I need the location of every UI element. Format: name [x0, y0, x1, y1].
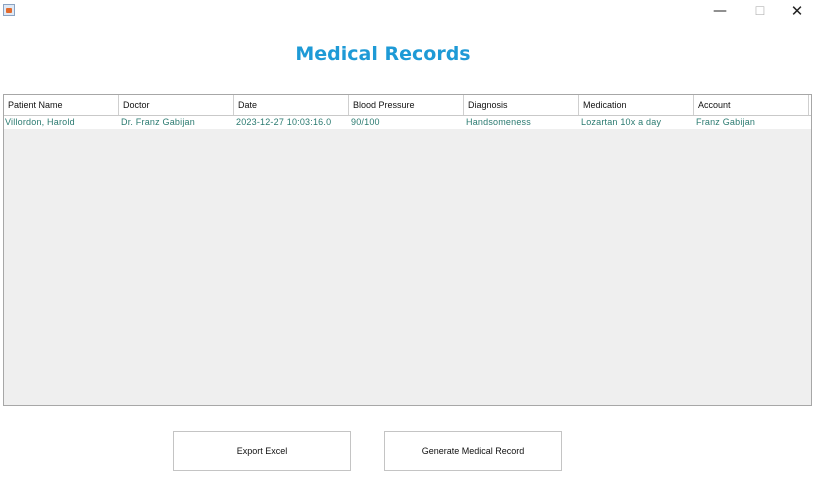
close-button[interactable]: ✕ — [782, 0, 812, 22]
cell-blood-pressure[interactable]: 90/100 — [349, 116, 464, 129]
column-header-patient-name[interactable]: Patient Name — [4, 95, 119, 115]
generate-medical-record-button[interactable]: Generate Medical Record — [384, 431, 562, 471]
window-titlebar: — ☐ ✕ — [0, 0, 814, 22]
medical-records-table[interactable]: Patient Name Doctor Date Blood Pressure … — [3, 94, 812, 406]
column-header-medication[interactable]: Medication — [579, 95, 694, 115]
minimize-button[interactable]: — — [705, 0, 735, 22]
cell-patient-name[interactable]: Villordon, Harold — [4, 116, 119, 129]
cell-date[interactable]: 2023-12-27 10:03:16.0 — [234, 116, 349, 129]
java-app-icon — [3, 4, 15, 16]
table-row[interactable]: Villordon, Harold Dr. Franz Gabijan 2023… — [4, 116, 811, 129]
column-header-account[interactable]: Account — [694, 95, 809, 115]
column-header-date[interactable]: Date — [234, 95, 349, 115]
cell-doctor[interactable]: Dr. Franz Gabijan — [119, 116, 234, 129]
cell-diagnosis[interactable]: Handsomeness — [464, 116, 579, 129]
cell-account[interactable]: Franz Gabijan — [694, 116, 809, 129]
page-title: Medical Records — [295, 43, 471, 65]
maximize-button[interactable]: ☐ — [745, 0, 775, 22]
export-excel-button[interactable]: Export Excel — [173, 431, 351, 471]
column-header-doctor[interactable]: Doctor — [119, 95, 234, 115]
column-header-diagnosis[interactable]: Diagnosis — [464, 95, 579, 115]
cell-medication[interactable]: Lozartan 10x a day — [579, 116, 694, 129]
column-header-blood-pressure[interactable]: Blood Pressure — [349, 95, 464, 115]
table-header: Patient Name Doctor Date Blood Pressure … — [4, 95, 811, 116]
